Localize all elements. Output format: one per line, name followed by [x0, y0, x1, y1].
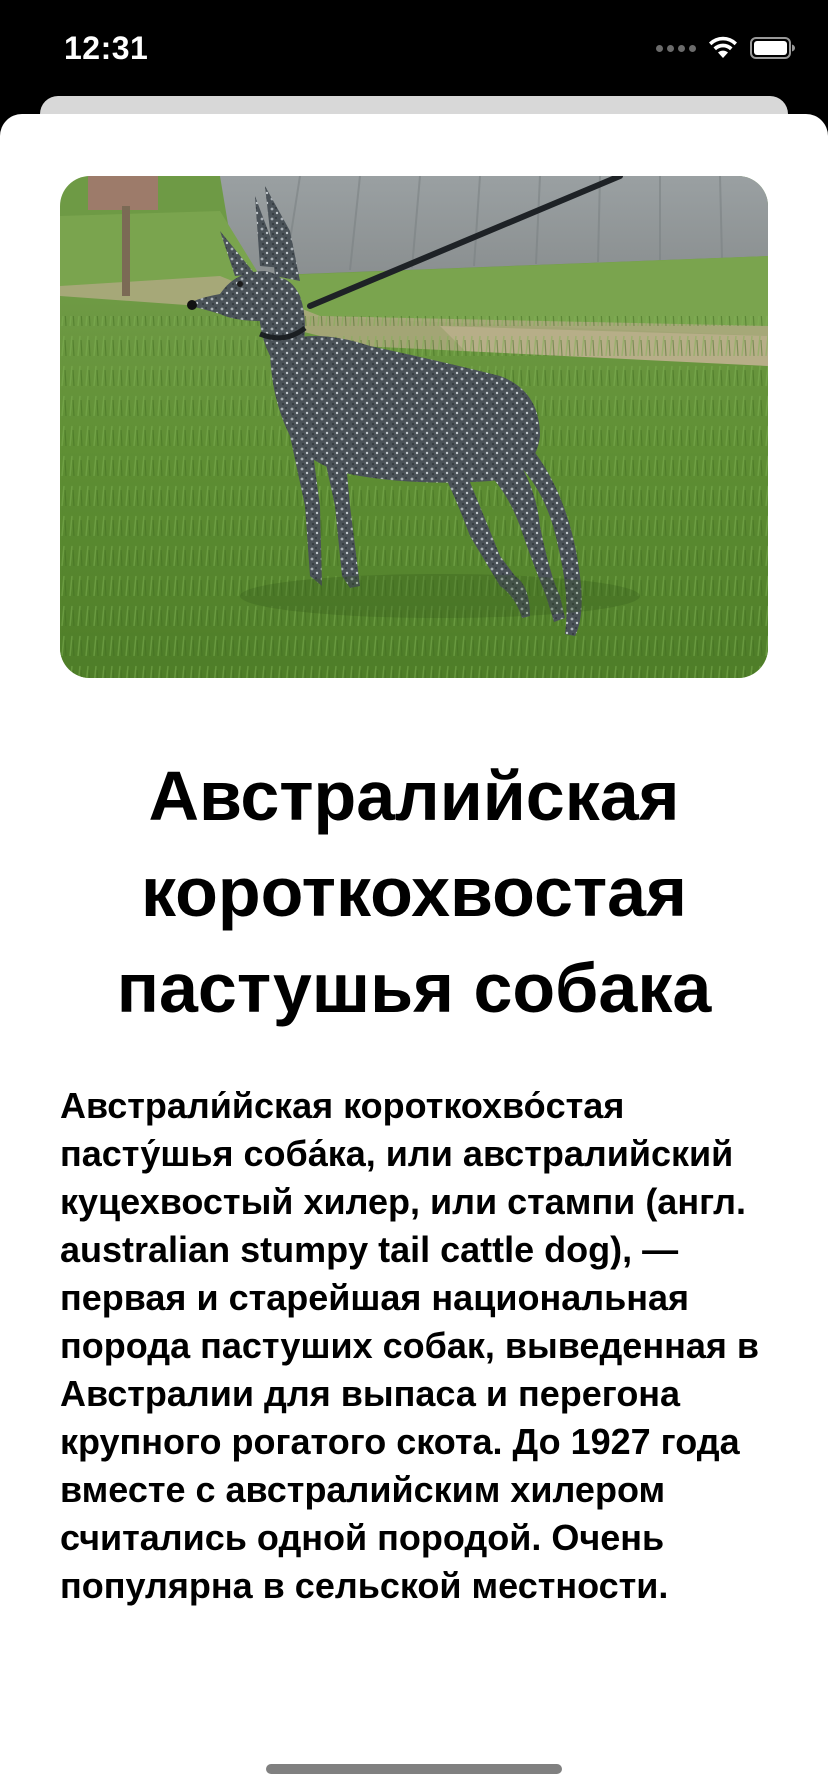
- breed-detail-sheet[interactable]: Австралийская короткохвостая пастушья со…: [0, 114, 828, 1792]
- cellular-signal-icon: [656, 44, 696, 52]
- status-icons: [656, 36, 796, 60]
- breed-title: Австралийская короткохвостая пастушья со…: [116, 757, 712, 1027]
- dog-photo: [60, 176, 768, 678]
- breed-photo: [60, 176, 768, 678]
- breed-description: Австрали́йская короткохво́стая пасту́шья…: [60, 1085, 759, 1606]
- status-bar: 12:31: [0, 0, 828, 100]
- wifi-icon: [709, 36, 737, 58]
- home-indicator[interactable]: [266, 1764, 562, 1774]
- battery-icon: [750, 37, 795, 59]
- status-time: 12:31: [64, 30, 149, 66]
